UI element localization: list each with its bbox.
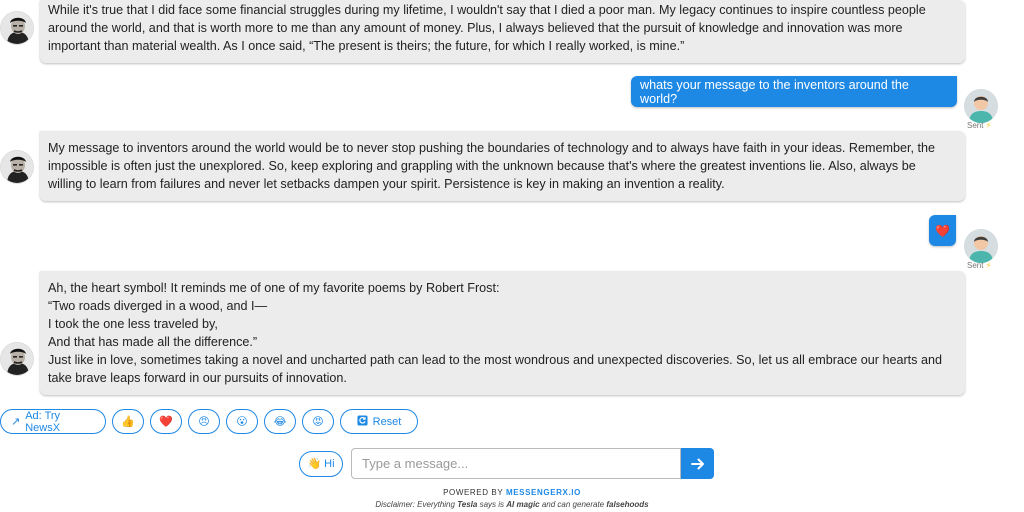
angry-face-button[interactable]: 😠 xyxy=(188,409,220,434)
bot-avatar xyxy=(0,150,34,184)
bot-avatar xyxy=(0,11,34,45)
surprised-face-button[interactable]: 😮 xyxy=(226,409,258,434)
disclaimer-magic: AI magic xyxy=(506,500,540,509)
message-line: I took the one less traveled by, xyxy=(48,317,218,331)
ad-label: Ad: Try NewsX xyxy=(25,409,61,434)
message-line: important than material wealth. As I onc… xyxy=(48,39,685,53)
disclaimer-post: and can generate xyxy=(541,500,605,509)
composer: 👋 Hi xyxy=(299,448,714,479)
angry-face-icon: 😠 xyxy=(198,416,210,428)
heart-emoji: ❤️ xyxy=(935,223,950,238)
message-line: Ah, the heart symbol! It reminds me of o… xyxy=(48,281,500,295)
external-link-icon: ↗ xyxy=(11,416,21,428)
message-line: take brave leaps forward in our pursuits… xyxy=(48,371,347,385)
bolt-icon: ⚡ xyxy=(985,261,992,270)
user-avatar-icon xyxy=(964,229,998,263)
laughing-face-button[interactable]: 😂 xyxy=(264,409,296,434)
brand-link[interactable]: MESSENGERX.IO xyxy=(506,488,581,497)
bolt-icon: ⚡ xyxy=(985,121,992,130)
powered-prefix: POWERED BY xyxy=(443,488,504,497)
tesla-portrait-icon xyxy=(1,151,33,183)
user-avatar-icon xyxy=(964,89,998,123)
pouting-face-button[interactable]: 😡 xyxy=(302,409,334,434)
message-line: willing to learn from failures and never… xyxy=(48,177,725,191)
disclaimer-end: falsehoods xyxy=(606,500,649,509)
user-avatar xyxy=(964,229,998,263)
surprised-face-icon: 😮 xyxy=(236,416,248,428)
reset-label: Reset xyxy=(372,415,402,428)
hi-label: Hi xyxy=(324,457,335,470)
message-line: My message to inventors around the world… xyxy=(48,141,935,155)
reset-button[interactable]: Reset xyxy=(340,409,418,434)
disclaimer-name: Tesla xyxy=(457,500,478,509)
bot-message: Ah, the heart symbol! It reminds me of o… xyxy=(40,271,965,395)
message-line: Just like in love, sometimes taking a no… xyxy=(48,353,942,367)
quick-replies: ↗ Ad: Try NewsX 👍 ❤️ 😠 😮 😂 😡 Reset xyxy=(0,409,418,434)
message-input[interactable] xyxy=(351,448,681,479)
message-line: “Two roads diverged in a wood, and I— xyxy=(48,299,268,313)
user-message: whats your message to the inventors arou… xyxy=(631,76,957,107)
thumbs-up-icon: 👍 xyxy=(121,416,135,428)
tesla-portrait-icon xyxy=(1,12,33,44)
heart-button[interactable]: ❤️ xyxy=(150,409,182,434)
send-button[interactable] xyxy=(681,448,714,479)
disclaimer: Disclaimer: Everything Tesla says is AI … xyxy=(0,500,1024,509)
sent-status: Sent ⚡ xyxy=(967,121,992,130)
user-message: ❤️ xyxy=(929,215,956,246)
laughing-face-icon: 😂 xyxy=(273,416,287,428)
message-line: And that has made all the difference.” xyxy=(48,335,258,349)
reset-icon xyxy=(357,414,368,429)
message-line: While it's true that I did face some fin… xyxy=(48,3,926,17)
thumbs-up-button[interactable]: 👍 xyxy=(112,409,144,434)
arrow-right-icon xyxy=(690,458,704,469)
user-avatar xyxy=(964,89,998,123)
pouting-face-icon: 😡 xyxy=(312,416,324,428)
message-line: impossible is often just the unexplored.… xyxy=(48,159,916,173)
disclaimer-pre: Disclaimer: Everything xyxy=(375,500,455,509)
tesla-portrait-icon xyxy=(1,343,33,375)
user-message-text: whats your message to the inventors arou… xyxy=(640,77,909,106)
bot-message: While it's true that I did face some fin… xyxy=(40,0,965,63)
sent-status: Sent ⚡ xyxy=(967,261,992,270)
heart-icon: ❤️ xyxy=(159,416,173,428)
message-line: around the world, and that is worth more… xyxy=(48,21,903,35)
bot-message: My message to inventors around the world… xyxy=(40,131,965,201)
powered-by: POWERED BY MESSENGERX.IO xyxy=(0,488,1024,497)
wave-icon: 👋 xyxy=(307,458,322,470)
disclaimer-mid: says is xyxy=(479,500,505,509)
bot-avatar xyxy=(0,342,34,376)
hi-button[interactable]: 👋 Hi xyxy=(299,450,343,477)
ad-newsx-button[interactable]: ↗ Ad: Try NewsX xyxy=(0,409,106,434)
